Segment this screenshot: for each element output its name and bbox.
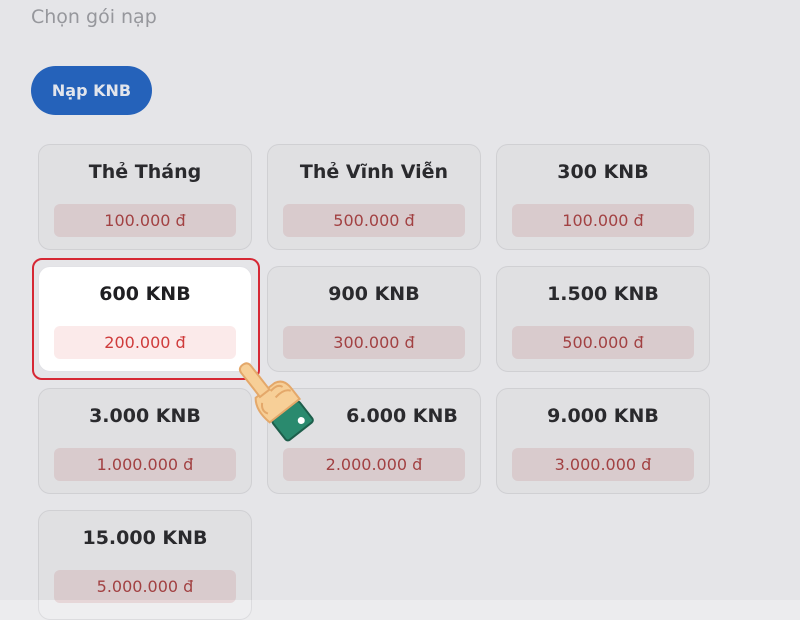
- package-price: 500.000 đ: [283, 204, 465, 237]
- package-name: 1.500 KNB: [547, 283, 659, 305]
- package-price: 200.000 đ: [54, 326, 236, 359]
- package-name: Thẻ Tháng: [88, 161, 202, 183]
- page-title: Chọn gói nạp: [31, 6, 157, 28]
- package-card-15000-knb[interactable]: 15.000 KNB 5.000.000 đ: [38, 510, 252, 620]
- package-name: 300 KNB: [557, 161, 649, 183]
- package-card-600-knb[interactable]: 600 KNB 200.000 đ: [38, 266, 252, 372]
- package-card-the-vinh-vien[interactable]: Thẻ Vĩnh Viễn 500.000 đ: [267, 144, 481, 250]
- package-card-the-thang[interactable]: Thẻ Tháng 100.000 đ: [38, 144, 252, 250]
- package-name: Thẻ Vĩnh Viễn: [299, 161, 449, 183]
- package-card-9000-knb[interactable]: 9.000 KNB 3.000.000 đ: [496, 388, 710, 494]
- package-name: 9.000 KNB: [547, 405, 659, 427]
- package-name: 900 KNB: [328, 283, 420, 305]
- package-card-3000-knb[interactable]: 3.000 KNB 1.000.000 đ: [38, 388, 252, 494]
- package-price: 1.000.000 đ: [54, 448, 236, 481]
- package-name: 600 KNB: [99, 283, 191, 305]
- package-price: 5.000.000 đ: [54, 570, 236, 603]
- package-card-300-knb[interactable]: 300 KNB 100.000 đ: [496, 144, 710, 250]
- package-price: 500.000 đ: [512, 326, 694, 359]
- package-name: 15.000 KNB: [82, 527, 208, 549]
- recharge-knb-button[interactable]: Nạp KNB: [31, 66, 152, 115]
- package-price: 100.000 đ: [512, 204, 694, 237]
- recharge-page: Chọn gói nạp Nạp KNB Thẻ Tháng 100.000 đ…: [0, 0, 800, 620]
- package-price: 100.000 đ: [54, 204, 236, 237]
- pointing-hand-icon: [228, 352, 328, 462]
- package-name: 3.000 KNB: [89, 405, 201, 427]
- package-price: 3.000.000 đ: [512, 448, 694, 481]
- package-card-1500-knb[interactable]: 1.500 KNB 500.000 đ: [496, 266, 710, 372]
- package-name: 6.000 KNB: [346, 405, 458, 427]
